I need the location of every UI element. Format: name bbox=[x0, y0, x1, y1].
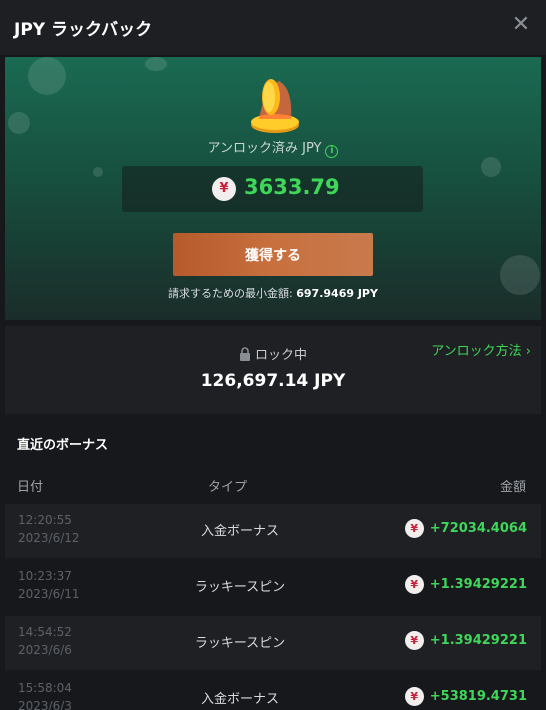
locked-panel: ロック中 126,697.14 JPY アンロック方法 › bbox=[5, 326, 541, 414]
row-amount: ¥ +53819.4731 bbox=[404, 687, 527, 706]
column-header-date: 日付 bbox=[17, 480, 44, 495]
row-type: 入金ボーナス bbox=[200, 524, 279, 539]
decor-bubble bbox=[145, 57, 167, 71]
decor-bubble bbox=[28, 57, 66, 95]
lock-icon bbox=[239, 347, 250, 361]
row-amount: ¥ +1.39429221 bbox=[404, 631, 527, 650]
table-row: 12:20:55 2023/6/12 入金ボーナス ¥ +72034.4064 bbox=[5, 504, 541, 558]
row-amount: ¥ +72034.4064 bbox=[404, 519, 527, 538]
row-amount-value: +72034.4064 bbox=[429, 521, 527, 536]
row-type: ラッキースピン bbox=[194, 636, 286, 651]
unlocked-panel: アンロック済み JPY i ¥ 3633.79 獲得する 請求するための最小金額:… bbox=[5, 57, 541, 320]
locked-amount: 126,697.14 JPY bbox=[200, 371, 346, 391]
row-datetime: 10:23:37 2023/6/11 bbox=[18, 567, 80, 603]
table-row: 15:58:04 2023/6/3 入金ボーナス ¥ +53819.4731 bbox=[5, 672, 541, 710]
claim-button[interactable]: 獲得する bbox=[173, 233, 373, 276]
row-date: 2023/6/6 bbox=[18, 643, 72, 657]
row-time: 10:23:37 bbox=[18, 569, 72, 583]
row-amount-value: +1.39429221 bbox=[429, 633, 527, 648]
column-header-type: タイプ bbox=[208, 480, 248, 495]
info-icon[interactable]: i bbox=[325, 145, 339, 158]
row-amount-value: +53819.4731 bbox=[429, 689, 527, 704]
close-icon[interactable]: ✕ bbox=[508, 12, 534, 38]
unlocked-label-text: アンロック済み JPY bbox=[207, 141, 322, 156]
row-type: ラッキースピン bbox=[194, 580, 286, 595]
row-datetime: 15:58:04 2023/6/3 bbox=[18, 679, 72, 710]
table-row: 10:23:37 2023/6/11 ラッキースピン ¥ +1.39429221 bbox=[5, 560, 541, 614]
recent-bonuses-title: 直近のボーナス bbox=[17, 438, 109, 453]
row-time: 12:20:55 bbox=[18, 513, 72, 527]
yen-icon: ¥ bbox=[404, 687, 424, 706]
yen-icon: ¥ bbox=[404, 631, 424, 650]
decor-bubble bbox=[481, 157, 501, 177]
how-to-unlock-link[interactable]: アンロック方法 › bbox=[431, 340, 531, 359]
yen-icon: ¥ bbox=[212, 177, 236, 201]
unlocked-label: アンロック済み JPY i bbox=[5, 137, 541, 158]
row-time: 15:58:04 bbox=[18, 681, 72, 695]
min-claim-prefix: 請求するための最小金額: bbox=[168, 287, 293, 300]
row-time: 14:54:52 bbox=[18, 625, 72, 639]
dialog-header: JPY ラックバック ✕ bbox=[0, 0, 546, 55]
row-type: 入金ボーナス bbox=[200, 692, 279, 707]
row-date: 2023/6/12 bbox=[18, 531, 80, 545]
coin-icon bbox=[251, 79, 299, 133]
table-row: 14:54:52 2023/6/6 ラッキースピン ¥ +1.39429221 bbox=[5, 616, 541, 670]
row-amount: ¥ +1.39429221 bbox=[404, 575, 527, 594]
unlocked-amount: 3633.79 bbox=[244, 175, 340, 199]
min-claim-note: 請求するための最小金額: 697.9469 JPY bbox=[5, 285, 541, 301]
decor-bubble bbox=[8, 112, 30, 134]
row-datetime: 12:20:55 2023/6/12 bbox=[18, 511, 80, 547]
unlocked-amount-box: ¥ 3633.79 bbox=[122, 166, 423, 212]
min-claim-value: 697.9469 JPY bbox=[296, 287, 378, 300]
decor-bubble bbox=[93, 167, 103, 177]
row-date: 2023/6/3 bbox=[18, 699, 72, 710]
row-amount-value: +1.39429221 bbox=[429, 577, 527, 592]
row-datetime: 14:54:52 2023/6/6 bbox=[18, 623, 72, 659]
locked-label-text: ロック中 bbox=[254, 348, 307, 363]
dialog-title: JPY ラックバック bbox=[14, 20, 153, 40]
row-date: 2023/6/11 bbox=[18, 587, 80, 601]
yen-icon: ¥ bbox=[404, 575, 424, 594]
yen-icon: ¥ bbox=[404, 519, 424, 538]
column-header-amount: 金額 bbox=[500, 480, 527, 495]
